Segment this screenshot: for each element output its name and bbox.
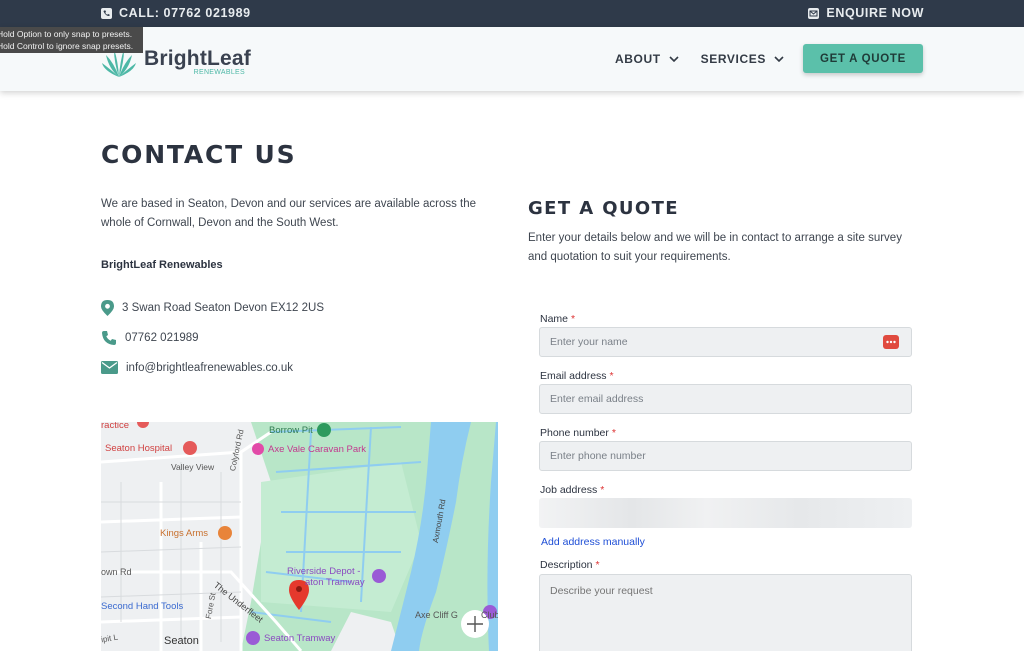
tooltip-line-2: Hold Control to ignore snap presets. [0,41,134,51]
phone-row[interactable]: 07762 021989 [101,330,199,346]
name-label-text: Name [540,313,569,325]
call-link[interactable]: CALL: 07762 021989 [101,6,251,20]
phone-label: Phone number * [540,427,616,439]
call-text: CALL: 07762 021989 [119,6,251,20]
map-label-seaton-tramway: Seaton Tramway [264,633,336,644]
map-label-riverside-2: aton Tramway [305,577,365,588]
logo-name: BrightLeaf [144,47,251,70]
description-label: Description * [540,559,600,571]
email-row[interactable]: info@brightleafrenewables.co.uk [101,361,293,374]
nav-services-label: SERVICES [700,52,766,66]
job-address-lookup[interactable] [539,498,912,528]
map-label-town-rd: own Rd [101,567,132,577]
email-text: info@brightleafrenewables.co.uk [126,361,294,374]
job-address-label: Job address * [540,484,604,496]
address-row: 3 Swan Road Seaton Devon EX12 2US [101,300,324,316]
phone-icon [102,331,116,345]
add-address-manually-link[interactable]: Add address manually [541,536,645,548]
description-label-text: Description [540,559,593,571]
map-label-riverside-1: Riverside Depot - [287,566,361,577]
mail-icon [808,7,820,19]
phone-label-text: Phone number [540,427,609,439]
description-textarea[interactable] [539,574,912,651]
phone-icon [101,7,112,19]
map-label-club: Club [481,610,498,620]
required-mark: * [600,484,605,496]
company-name: BrightLeaf Renewables [101,259,223,271]
required-mark: * [571,313,576,325]
map-label-seaton: Seaton [164,635,199,647]
enquire-now-link[interactable]: ENQUIRE NOW [808,6,924,20]
tooltip-line-1: Hold Option to only snap to presets. [0,29,133,39]
map-label-second-hand: Second Hand Tools [101,601,184,612]
job-address-label-text: Job address [540,484,598,496]
email-input[interactable] [539,384,912,414]
map-label-hospital: Seaton Hospital [105,443,173,454]
logo-subtitle: RENEWABLES [193,69,245,76]
map-label-kings-arms: Kings Arms [160,528,209,539]
nav-about[interactable]: ABOUT [615,52,679,66]
address-text: 3 Swan Road Seaton Devon EX12 2US [122,302,325,314]
quote-title: GET A QUOTE [528,198,680,219]
phone-text: 07762 021989 [125,332,199,344]
required-mark: * [609,370,614,382]
email-label: Email address * [540,370,614,382]
map-label-valley-view: Valley View [171,462,215,472]
get-a-quote-button[interactable]: GET A QUOTE [803,44,923,73]
dots-icon [886,340,896,344]
required-mark: * [611,427,616,439]
enquire-text: ENQUIRE NOW [826,6,924,20]
snap-tooltip: Hold Option to only snap to presets. Hol… [0,27,143,53]
nav-about-label: ABOUT [615,52,661,66]
page-title: CONTACT US [101,140,297,169]
main-nav: ABOUT SERVICES [615,52,784,66]
map-label-axe-cliff: Axe Cliff G [415,610,458,620]
phone-input[interactable] [539,441,912,471]
required-mark: * [595,559,600,571]
password-manager-icon[interactable] [883,335,899,349]
envelope-icon [101,361,118,374]
name-label: Name * [540,313,575,325]
chevron-down-icon [669,56,679,62]
top-bar: CALL: 07762 021989 ENQUIRE NOW [0,0,1024,27]
quote-intro: Enter your details below and we will be … [528,232,902,263]
location-map[interactable]: ractice Seaton Hospital Valley View Borr… [101,422,498,651]
nav-services[interactable]: SERVICES [701,52,784,66]
site-header: BrightLeaf RENEWABLES ABOUT SERVICES GET… [0,27,1024,91]
map-label-caravan-park: Axe Vale Caravan Park [268,444,367,455]
chevron-down-icon [774,56,784,62]
map-label-practice: ractice [101,422,129,431]
location-pin-icon [101,300,114,316]
name-input[interactable] [539,327,912,357]
email-label-text: Email address [540,370,607,382]
contact-intro: We are based in Seaton, Devon and our se… [101,198,477,229]
map-label-borrow-pit: Borrow Pit [269,425,313,436]
